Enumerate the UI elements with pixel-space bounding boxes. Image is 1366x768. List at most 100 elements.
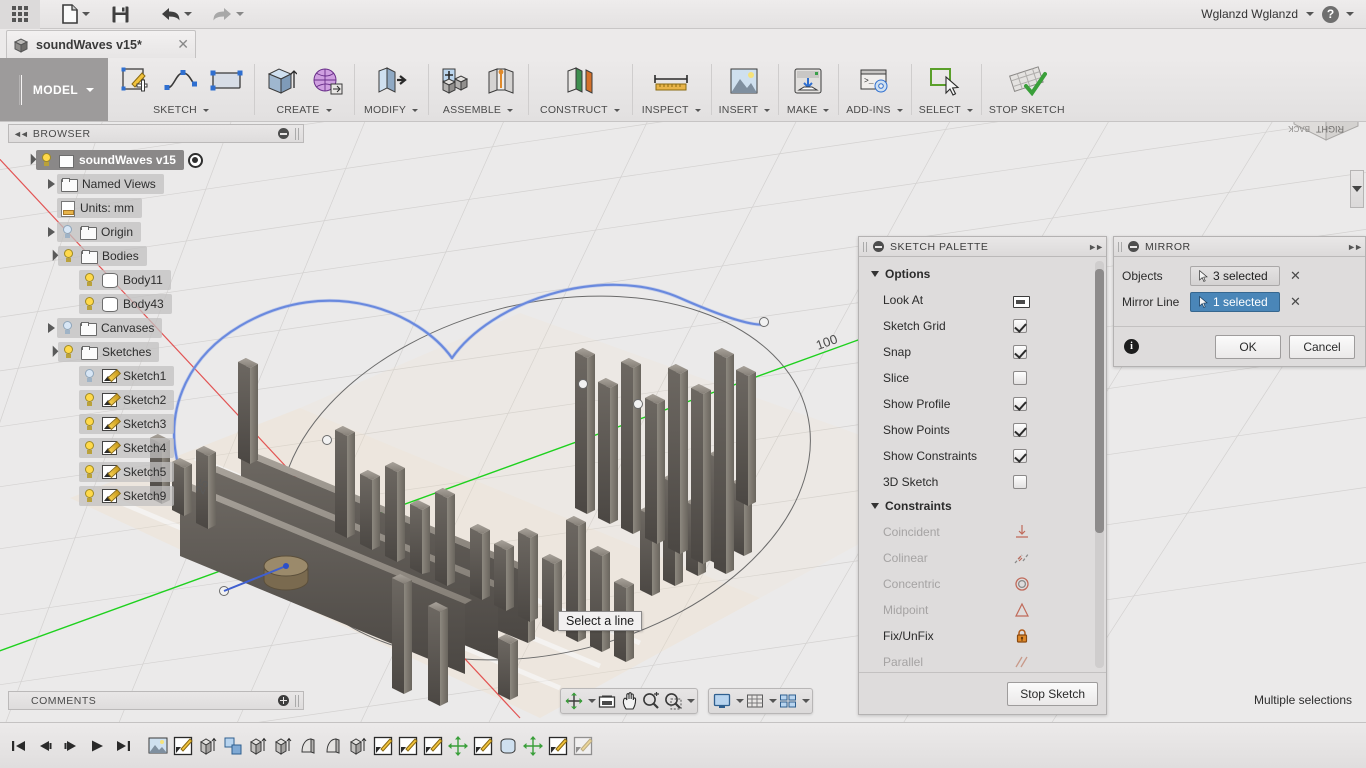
browser-item-bodies[interactable]: Bodies [8, 244, 304, 268]
browser-item-sketch2[interactable]: Sketch2 [8, 388, 304, 412]
zoom-icon[interactable] [640, 689, 662, 713]
visibility-bulb-icon[interactable] [83, 368, 96, 384]
timeline-feature-canvas[interactable] [148, 736, 170, 758]
panel-grip[interactable] [863, 241, 867, 252]
mirror-objects-selection[interactable]: 3 selected [1190, 266, 1280, 286]
3d-print-icon[interactable] [786, 61, 830, 101]
visibility-bulb-icon[interactable] [83, 272, 96, 288]
expand-arrow-icon[interactable] [48, 179, 55, 189]
step-forward-icon[interactable] [60, 734, 82, 758]
palette-row-look-at[interactable]: Look At [859, 287, 1106, 313]
close-icon[interactable]: ✕ [177, 36, 189, 53]
browser-item-body43[interactable]: Body43 [8, 292, 304, 316]
clear-objects-icon[interactable]: ✕ [1290, 268, 1301, 284]
visibility-bulb-icon[interactable] [83, 416, 96, 432]
browser-item-sketch5[interactable]: Sketch5 [8, 460, 304, 484]
timeline-feature-body[interactable] [498, 736, 520, 758]
timeline-feature-extrude[interactable] [248, 736, 270, 758]
new-component-icon[interactable] [433, 61, 477, 101]
joint-icon[interactable] [479, 61, 523, 101]
app-grid-icon[interactable] [0, 0, 40, 29]
timeline-feature-sketch[interactable] [373, 736, 395, 758]
visibility-bulb-icon[interactable] [83, 392, 96, 408]
select-icon[interactable] [924, 61, 968, 101]
checkbox[interactable] [1013, 449, 1027, 463]
timeline-feature-sketch[interactable] [573, 736, 595, 758]
palette-row-fix-unfix[interactable]: Fix/UnFix [859, 623, 1106, 649]
rectangle-icon[interactable] [205, 61, 249, 101]
expand-icon[interactable]: ►► [1088, 242, 1104, 252]
checkbox[interactable] [1013, 319, 1027, 333]
expand-icon[interactable]: ►► [1347, 242, 1363, 252]
browser-item-canvases[interactable]: Canvases [8, 316, 304, 340]
palette-row-slice[interactable]: Slice [859, 365, 1106, 391]
browser-item-units-mm[interactable]: Units: mm [8, 196, 304, 220]
collapse-arrow-icon[interactable] [25, 153, 37, 165]
checkbox[interactable] [1013, 475, 1027, 489]
display-caret-icon[interactable] [733, 689, 744, 713]
visibility-bulb-icon[interactable] [40, 152, 53, 168]
workspace-switcher[interactable]: MODEL [0, 58, 108, 121]
collapse-arrow-icon[interactable] [47, 249, 59, 261]
redo-icon[interactable] [202, 0, 254, 29]
palette-row-snap[interactable]: Snap [859, 339, 1106, 365]
create-form-icon[interactable] [305, 61, 349, 101]
timeline-feature-sketch[interactable] [398, 736, 420, 758]
user-menu[interactable]: Wglanzd Wglanzd [1201, 7, 1322, 21]
step-back-icon[interactable] [34, 734, 56, 758]
ok-button[interactable]: OK [1215, 334, 1281, 359]
save-icon[interactable] [100, 0, 140, 29]
sketch-palette-scrollbar[interactable] [1095, 261, 1104, 668]
document-tab[interactable]: soundWaves v15* ✕ [6, 30, 196, 58]
look-at-icon[interactable] [596, 689, 618, 713]
timeline-feature-extrude[interactable] [348, 736, 370, 758]
panel-grip[interactable] [295, 694, 299, 707]
help-menu[interactable]: ? [1322, 5, 1366, 23]
info-icon[interactable]: i [1124, 339, 1139, 354]
timeline-feature-sketch[interactable] [548, 736, 570, 758]
visibility-bulb-icon[interactable] [61, 320, 74, 336]
pan-icon[interactable] [618, 689, 640, 713]
canvas-scroll-up[interactable] [1350, 170, 1364, 208]
timeline-feature-rectangular-pattern[interactable] [223, 736, 245, 758]
visibility-bulb-icon[interactable] [61, 224, 74, 240]
go-to-end-icon[interactable] [112, 734, 134, 758]
palette-row-3d-sketch[interactable]: 3D Sketch [859, 469, 1106, 495]
palette-row-show-constraints[interactable]: Show Constraints [859, 443, 1106, 469]
spline-icon[interactable] [159, 61, 203, 101]
visibility-bulb-icon[interactable] [62, 248, 75, 264]
browser-item-named-views[interactable]: Named Views [8, 172, 304, 196]
orbit-caret-icon[interactable] [585, 689, 596, 713]
browser-item-body11[interactable]: Body11 [8, 268, 304, 292]
press-pull-icon[interactable] [369, 61, 413, 101]
zoom-window-icon[interactable] [662, 689, 684, 713]
timeline-feature-sketch[interactable] [473, 736, 495, 758]
palette-section-options[interactable]: Options [859, 263, 1106, 287]
palette-row-show-points[interactable]: Show Points [859, 417, 1106, 443]
panel-grip[interactable] [295, 127, 299, 140]
extrude-icon[interactable] [259, 61, 303, 101]
timeline-feature-extrude[interactable] [273, 736, 295, 758]
go-to-beginning-icon[interactable] [8, 734, 30, 758]
cancel-button[interactable]: Cancel [1289, 334, 1355, 359]
offset-plane-icon[interactable] [558, 61, 602, 101]
expand-arrow-icon[interactable] [48, 323, 55, 333]
browser-item-sketch4[interactable]: Sketch4 [8, 436, 304, 460]
insert-image-icon[interactable] [722, 61, 766, 101]
stop-sketch-button[interactable]: Stop Sketch [1007, 681, 1098, 706]
timeline-feature-extrude[interactable] [198, 736, 220, 758]
look-at-icon[interactable] [1013, 293, 1030, 308]
expand-arrow-icon[interactable] [48, 227, 55, 237]
panel-grip[interactable] [1118, 241, 1122, 252]
scripts-addins-icon[interactable]: >_ [852, 61, 896, 101]
collapse-icon[interactable]: ◄◄ [13, 129, 29, 139]
display-settings-icon[interactable] [711, 689, 733, 713]
browser-item-sketches[interactable]: Sketches [8, 340, 304, 364]
checkbox[interactable] [1013, 371, 1027, 385]
visibility-bulb-icon[interactable] [83, 488, 96, 504]
grid-snaps-icon[interactable] [744, 689, 766, 713]
measure-icon[interactable] [649, 61, 693, 101]
mirror-line-selection[interactable]: 1 selected [1190, 292, 1280, 312]
minimize-icon[interactable] [278, 128, 289, 139]
visibility-bulb-icon[interactable] [62, 344, 75, 360]
